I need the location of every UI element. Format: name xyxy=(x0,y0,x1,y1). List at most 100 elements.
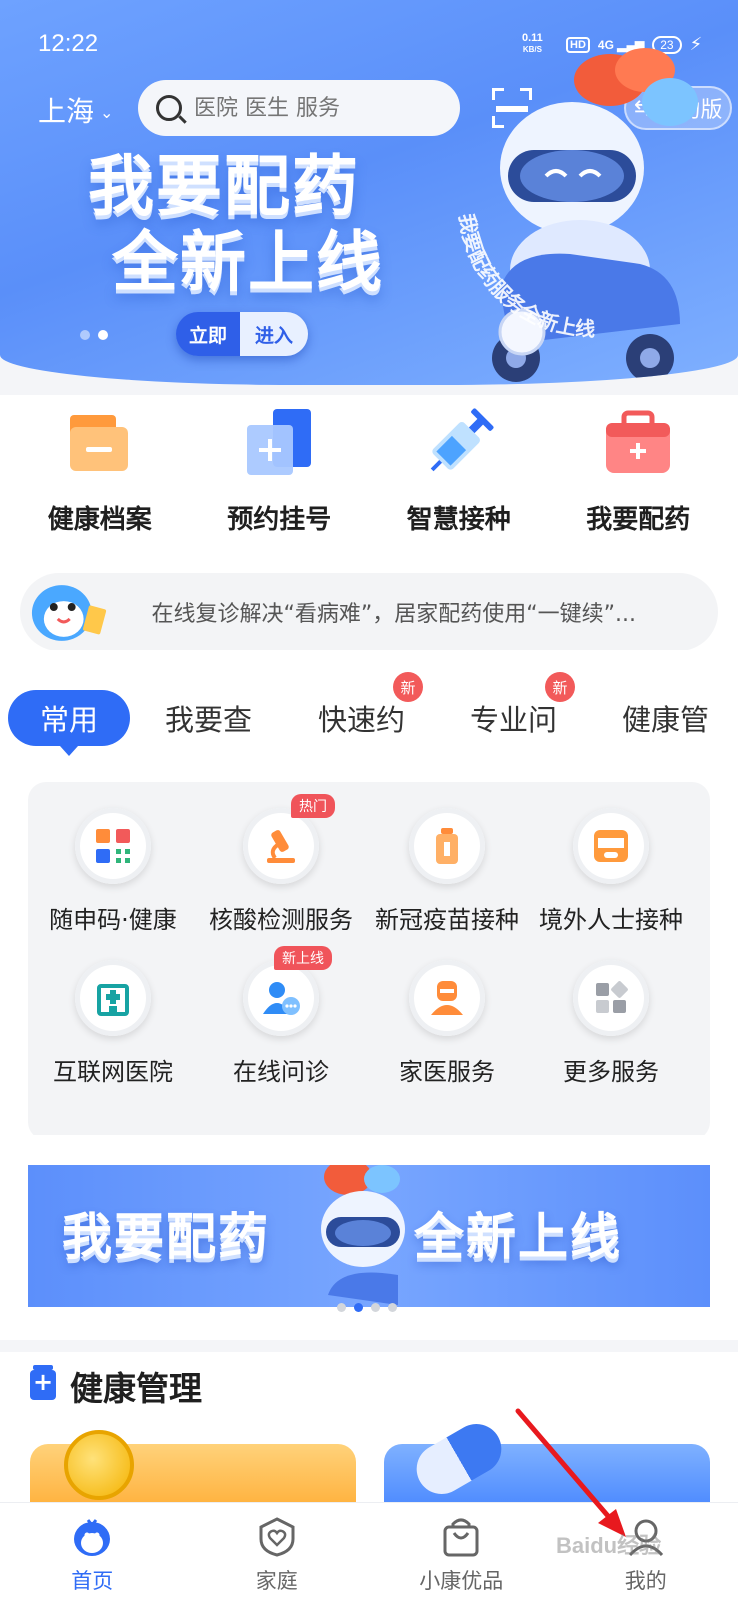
service-family-doctor[interactable]: 家医服务 xyxy=(362,960,532,1087)
chevron-down-icon: ⌄ xyxy=(100,102,114,122)
service-label: 新冠疫苗接种 xyxy=(375,906,519,934)
folder-icon xyxy=(69,415,128,471)
tab-quick-appointment[interactable]: 快速约 新 xyxy=(318,672,424,746)
promo-banner-section: 我要配药 全新上线 xyxy=(0,1135,738,1340)
tab-label: 专业问 xyxy=(470,703,558,737)
notice-bar[interactable]: 在线复诊解决“看病难”，居家配药使用“一键续”... xyxy=(20,573,718,651)
service-label: 在线问诊 xyxy=(233,1058,329,1086)
service-label: 更多服务 xyxy=(563,1058,659,1086)
hero-banner[interactable]: 12:22 0.11 KB/S HD 4G ▂▄▆ 23 ⚡ 上海 ⌄ ⇆ 简约… xyxy=(0,0,738,385)
notice-text: 在线复诊解决“看病难”，居家配药使用“一键续”... xyxy=(151,602,637,627)
tab-label: 常用 xyxy=(39,703,98,737)
quick-action-label: 智慧接种 xyxy=(406,505,511,535)
enter-button-left: 立即 xyxy=(176,312,240,356)
quick-action-medicine[interactable]: 我要配药 xyxy=(553,395,723,545)
search-icon xyxy=(156,95,182,121)
service-icon-circle xyxy=(573,808,649,884)
notice-section: 在线复诊解决“看病难”，居家配药使用“一键续”... xyxy=(0,545,738,651)
register-icon xyxy=(247,409,312,475)
mascot-scooter-illustration: 我要配药服务全新上线 xyxy=(455,48,698,382)
nav-label: 家庭 xyxy=(255,1569,298,1593)
covid-vaccine-icon xyxy=(594,830,628,862)
quick-actions: 健康档案 预约挂号 智慧接种 我要配药 xyxy=(0,395,738,545)
qr-code-icon xyxy=(96,829,130,863)
tab-health-management[interactable]: 健康管 xyxy=(622,690,709,746)
search-bar[interactable] xyxy=(138,80,460,136)
service-label: 核酸检测服务 xyxy=(209,906,353,934)
search-input[interactable] xyxy=(194,95,434,121)
service-icon-circle xyxy=(409,960,485,1036)
nav-label: 小康优品 xyxy=(419,1569,504,1593)
family-doctor-icon xyxy=(431,981,463,1015)
nav-label: 首页 xyxy=(71,1569,114,1593)
new-badge: 新 xyxy=(393,672,424,702)
status-time: 12:22 xyxy=(38,30,99,57)
service-health-code[interactable]: 随申码·健康 xyxy=(28,808,198,935)
promo-banner-left-text: 我要配药 xyxy=(62,1208,270,1266)
services-section: 随申码·健康 热门 核酸检测服务 新冠疫苗接种 境外人士接种 互联网医院 新上线… xyxy=(0,760,738,1140)
syringe-icon xyxy=(430,408,494,472)
tab-professional-consult[interactable]: 专业问 新 xyxy=(470,672,576,746)
quick-action-register[interactable]: 预约挂号 xyxy=(194,395,364,545)
medkit-icon xyxy=(606,410,671,473)
tab-label: 健康管 xyxy=(622,703,710,737)
service-icon-circle xyxy=(243,960,319,1036)
quick-action-label: 预约挂号 xyxy=(227,505,332,535)
quick-action-label: 健康档案 xyxy=(47,505,152,535)
family-shield-icon xyxy=(259,1517,295,1557)
medkit-icon xyxy=(30,1365,56,1400)
service-icon-circle xyxy=(409,808,485,884)
quick-action-label: 我要配药 xyxy=(586,505,691,535)
service-icon-circle xyxy=(243,808,319,884)
enter-button[interactable]: 立即 进入 xyxy=(176,312,308,356)
tab-label: 我要查 xyxy=(165,703,253,737)
hot-tag: 热门 xyxy=(291,794,335,818)
service-icon-circle xyxy=(75,960,151,1036)
tab-label: 快速约 xyxy=(318,703,406,737)
hero-carousel-dots xyxy=(80,330,108,340)
hero-title-line1: 我要配药 xyxy=(88,148,360,225)
enter-button-right: 进入 xyxy=(240,312,308,356)
shopping-bag-icon xyxy=(443,1518,479,1557)
hospital-icon xyxy=(97,984,129,1016)
promo-carousel-dots xyxy=(337,1303,397,1312)
home-bird-icon xyxy=(74,1519,111,1556)
city-selector[interactable]: 上海 ⌄ xyxy=(38,90,113,130)
nav-label: 我的 xyxy=(624,1569,667,1593)
microscope-icon xyxy=(267,830,295,863)
coin-icon xyxy=(64,1430,134,1500)
mascot-small-illustration xyxy=(321,1165,405,1305)
city-label: 上海 xyxy=(38,95,95,128)
vaccine-bottle-icon xyxy=(436,828,458,864)
hero-title-line2: 全新上线 xyxy=(112,224,384,301)
service-label: 境外人士接种 xyxy=(539,906,683,934)
service-covid-vaccine[interactable]: 新冠疫苗接种 xyxy=(362,808,532,935)
health-management-section: 健康管理 xyxy=(0,1352,738,1504)
nav-family[interactable]: 家庭 xyxy=(185,1503,370,1600)
section-title: 健康管理 xyxy=(70,1369,202,1408)
service-overseas-vaccine[interactable]: 境外人士接种 xyxy=(526,808,696,935)
service-nucleic-test[interactable]: 热门 核酸检测服务 xyxy=(196,794,366,935)
more-grid-icon xyxy=(596,981,628,1013)
nav-home[interactable]: 首页 xyxy=(0,1503,185,1600)
service-more[interactable]: 更多服务 xyxy=(526,960,696,1087)
service-icon-circle xyxy=(75,808,151,884)
tab-query[interactable]: 我要查 xyxy=(165,690,252,746)
quick-action-vaccination[interactable]: 智慧接种 xyxy=(374,395,544,545)
services-grid: 随申码·健康 热门 核酸检测服务 新冠疫苗接种 境外人士接种 互联网医院 新上线… xyxy=(28,782,710,1140)
service-online-consult[interactable]: 新上线 在线问诊 xyxy=(196,946,366,1087)
quick-action-health-record[interactable]: 健康档案 xyxy=(15,395,185,545)
doctor-chat-icon xyxy=(263,982,300,1015)
nav-shop[interactable]: 小康优品 xyxy=(369,1503,554,1600)
service-internet-hospital[interactable]: 互联网医院 xyxy=(28,960,198,1087)
new-badge: 新 xyxy=(545,672,576,702)
promo-banner-right-text: 全新上线 xyxy=(414,1208,622,1266)
baidu-watermark: Baidu经验 xyxy=(556,1533,662,1558)
service-label: 随申码·健康 xyxy=(49,906,177,934)
promo-banner[interactable]: 我要配药 全新上线 xyxy=(28,1165,710,1307)
service-label: 家医服务 xyxy=(399,1058,495,1086)
new-online-tag: 新上线 xyxy=(274,946,332,970)
category-tabs: 常用 我要查 快速约 新 专业问 新 健康管 xyxy=(0,650,738,760)
tab-common[interactable]: 常用 xyxy=(8,690,130,756)
service-icon-circle xyxy=(573,960,649,1036)
